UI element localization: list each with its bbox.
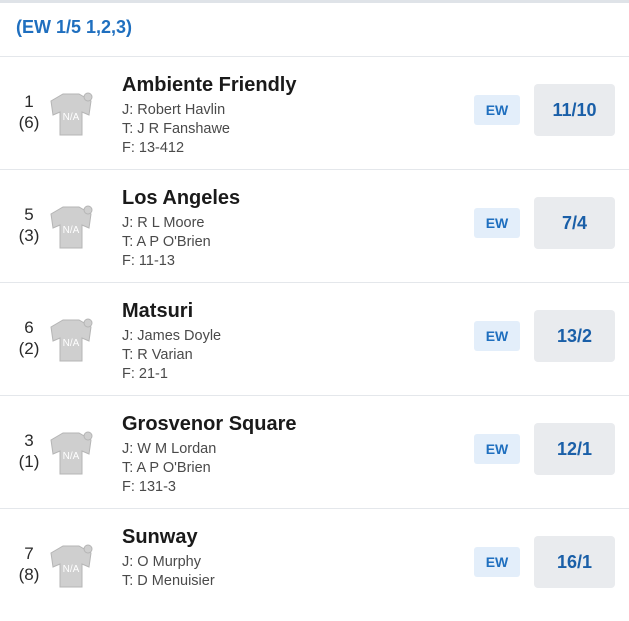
form-figures: F: 131-3: [122, 479, 176, 495]
odds-button[interactable]: 13/2: [534, 310, 615, 362]
jockey-silk-icon: N/A: [50, 92, 93, 136]
runner-info: Los Angeles J: R L Moore T: A P O'Brien …: [122, 185, 240, 271]
trainer-name: T: J R Fanshawe: [122, 121, 230, 137]
odds-button[interactable]: 7/4: [534, 197, 615, 249]
jockey-silk-icon: N/A: [50, 205, 93, 249]
each-way-terms: (EW 1/5 1,2,3): [16, 17, 133, 37]
jockey-name: J: O Murphy: [122, 554, 201, 570]
runner-list: 1 (6) N/A Ambiente Friendly J: Robert Ha…: [0, 56, 629, 621]
svg-text:N/A: N/A: [63, 112, 80, 123]
svg-text:N/A: N/A: [63, 225, 80, 236]
horse-name[interactable]: Ambiente Friendly: [122, 72, 296, 98]
jockey-name: J: James Doyle: [122, 328, 222, 344]
ew-badge: EW: [474, 208, 520, 238]
trainer-name: T: R Varian: [122, 347, 193, 363]
form-figures: F: 11-13: [122, 253, 175, 269]
horse-name[interactable]: Grosvenor Square: [122, 411, 297, 437]
odds-button[interactable]: 16/1: [534, 536, 615, 588]
jockey-silk-icon: N/A: [50, 318, 93, 362]
top-border: [0, 0, 629, 3]
horse-name[interactable]: Matsuri: [122, 298, 221, 324]
odds-button[interactable]: 12/1: [534, 423, 615, 475]
runner-row: 5 (3) N/A Los Angeles J: R L Moore T: A …: [0, 169, 629, 282]
trainer-name: T: A P O'Brien: [122, 460, 211, 476]
jockey-name: J: R L Moore: [122, 215, 205, 231]
trainer-name: T: A P O'Brien: [122, 234, 211, 250]
runner-info: Grosvenor Square J: W M Lordan T: A P O'…: [122, 411, 297, 497]
runner-info: Matsuri J: James Doyle T: R Varian F: 21…: [122, 298, 221, 384]
ew-badge: EW: [474, 321, 520, 351]
runner-row: 6 (2) N/A Matsuri J: James Doyle T: R Va…: [0, 282, 629, 395]
runner-info: Ambiente Friendly J: Robert Havlin T: J …: [122, 72, 296, 158]
ew-badge: EW: [474, 434, 520, 464]
jockey-name: J: Robert Havlin: [122, 102, 226, 118]
ew-badge: EW: [474, 547, 520, 577]
horse-name[interactable]: Sunway: [122, 524, 215, 550]
ew-badge: EW: [474, 95, 520, 125]
odds-button[interactable]: 11/10: [534, 84, 615, 136]
runner-row: 3 (1) N/A Grosvenor Square J: W M Lordan…: [0, 395, 629, 508]
form-figures: F: 13-412: [122, 140, 185, 156]
form-figures: F: 21-1: [122, 366, 168, 382]
runner-row: 1 (6) N/A Ambiente Friendly J: Robert Ha…: [0, 56, 629, 169]
horse-name[interactable]: Los Angeles: [122, 185, 240, 211]
svg-text:N/A: N/A: [63, 451, 80, 462]
runner-row: 7 (8) N/A Sunway J: O Murphy T: D Menuis…: [0, 508, 629, 621]
jockey-silk-icon: N/A: [50, 431, 93, 475]
trainer-name: T: D Menuisier: [122, 573, 215, 589]
jockey-name: J: W M Lordan: [122, 441, 217, 457]
svg-text:N/A: N/A: [63, 338, 80, 349]
svg-text:N/A: N/A: [63, 564, 80, 575]
runner-info: Sunway J: O Murphy T: D Menuisier: [122, 524, 215, 591]
jockey-silk-icon: N/A: [50, 544, 93, 588]
